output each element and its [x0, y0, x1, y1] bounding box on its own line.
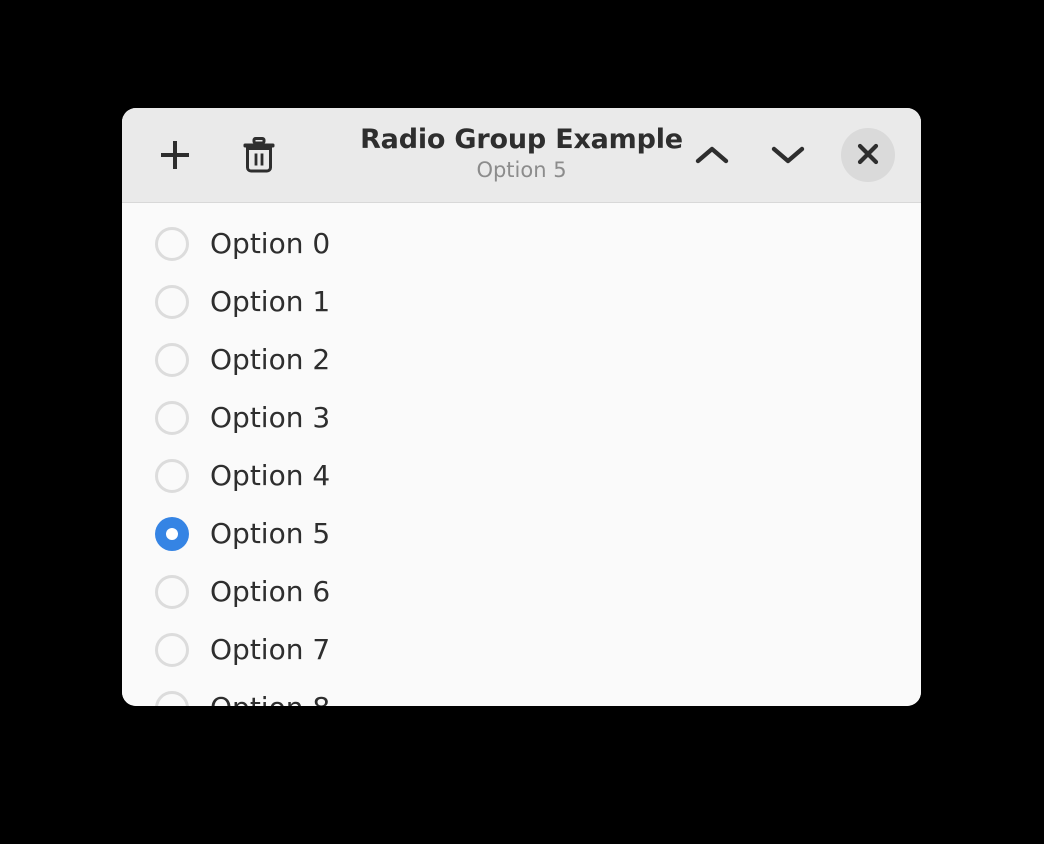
radio-group-list: Option 0 Option 1 Option 2 Option 3 Opti… — [122, 203, 921, 706]
radio-option-label: Option 6 — [210, 575, 331, 608]
radio-option-2[interactable]: Option 2 — [122, 331, 921, 389]
radio-option-5[interactable]: Option 5 — [122, 505, 921, 563]
radio-option-label: Option 7 — [210, 633, 331, 666]
close-icon — [855, 141, 881, 170]
move-up-button[interactable] — [689, 132, 735, 178]
radio-indicator — [155, 227, 189, 261]
radio-option-6[interactable]: Option 6 — [122, 563, 921, 621]
chevron-up-icon — [694, 142, 730, 168]
window-subtitle: Option 5 — [476, 158, 567, 183]
move-down-button[interactable] — [765, 132, 811, 178]
radio-option-label: Option 1 — [210, 285, 331, 318]
radio-indicator — [155, 285, 189, 319]
radio-indicator — [155, 343, 189, 377]
radio-option-label: Option 2 — [210, 343, 331, 376]
radio-option-label: Option 3 — [210, 401, 331, 434]
plus-icon — [158, 138, 192, 172]
radio-option-7[interactable]: Option 7 — [122, 621, 921, 679]
radio-indicator — [155, 575, 189, 609]
radio-option-label: Option 5 — [210, 517, 331, 550]
chevron-down-icon — [770, 142, 806, 168]
radio-dot — [166, 528, 178, 540]
trash-icon — [242, 137, 276, 173]
close-button[interactable] — [841, 128, 895, 182]
radio-group-window: Radio Group Example Option 5 Option 0 Op… — [122, 108, 921, 706]
radio-option-1[interactable]: Option 1 — [122, 273, 921, 331]
radio-option-label: Option 8 — [210, 694, 330, 707]
radio-option-8[interactable]: Option 8 — [122, 679, 921, 706]
header-right-actions — [689, 128, 921, 182]
radio-option-3[interactable]: Option 3 — [122, 389, 921, 447]
radio-option-label: Option 4 — [210, 459, 331, 492]
radio-option-4[interactable]: Option 4 — [122, 447, 921, 505]
radio-option-label: Option 0 — [210, 227, 331, 260]
radio-indicator — [155, 459, 189, 493]
window-header-bar: Radio Group Example Option 5 — [122, 108, 921, 203]
header-left-actions — [122, 132, 282, 178]
window-title: Radio Group Example — [360, 124, 683, 156]
radio-indicator — [155, 691, 189, 706]
desktop-background: Radio Group Example Option 5 Option 0 Op… — [0, 0, 1044, 844]
radio-option-0[interactable]: Option 0 — [122, 215, 921, 273]
delete-button[interactable] — [236, 132, 282, 178]
add-button[interactable] — [152, 132, 198, 178]
radio-indicator — [155, 633, 189, 667]
radio-indicator — [155, 401, 189, 435]
radio-indicator — [155, 517, 189, 551]
